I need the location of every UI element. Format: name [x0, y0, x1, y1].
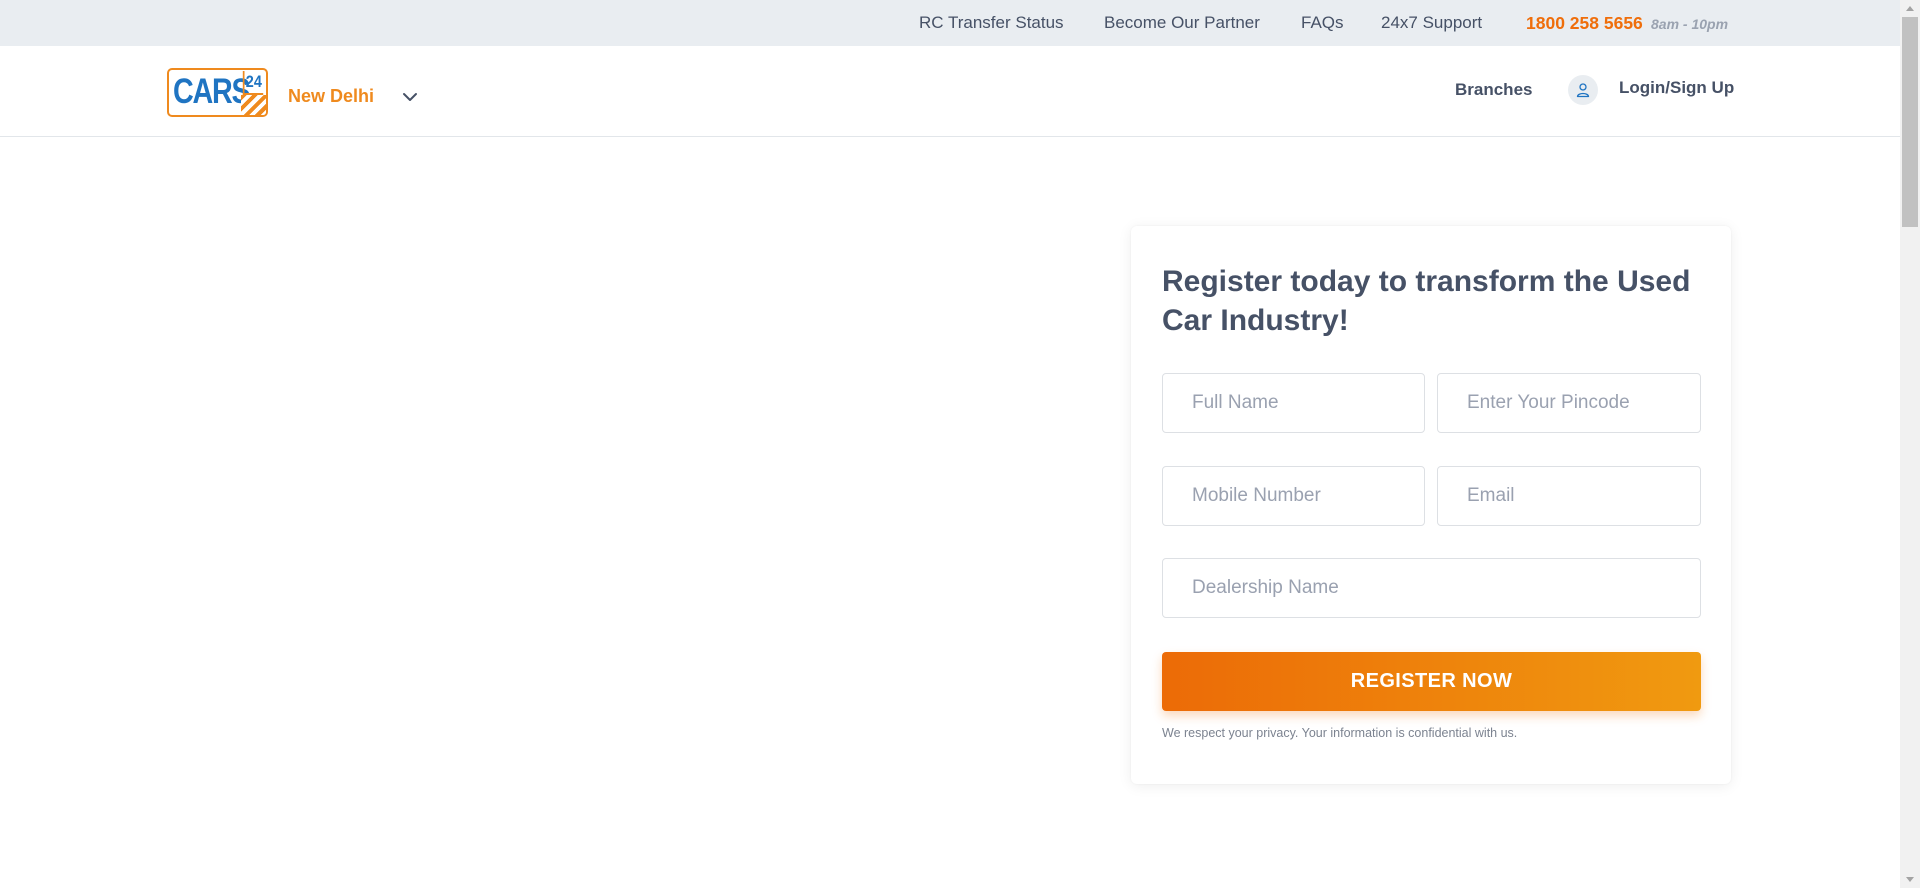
scroll-thumb[interactable] — [1902, 17, 1918, 227]
registration-title: Register today to transform the Used Car… — [1162, 265, 1691, 337]
faqs-link[interactable]: FAQs — [1301, 0, 1344, 46]
top-utility-bar: RC Transfer Status Become Our Partner FA… — [0, 0, 1900, 46]
site-header: CARS 24 New Delhi Branches Login/Sign Up — [0, 46, 1900, 137]
support-link[interactable]: 24x7 Support — [1381, 0, 1482, 46]
dealership-name-input[interactable] — [1163, 559, 1700, 617]
privacy-note: We respect your privacy. Your informatio… — [1162, 726, 1518, 740]
dealership-name-field[interactable] — [1162, 558, 1701, 618]
pincode-field[interactable] — [1437, 373, 1701, 433]
become-partner-link[interactable]: Become Our Partner — [1104, 0, 1260, 46]
vertical-scrollbar[interactable] — [1900, 0, 1920, 888]
support-phone-number[interactable]: 1800 258 5656 — [1526, 0, 1643, 46]
login-signup-link[interactable]: Login/Sign Up — [1619, 46, 1734, 130]
email-field[interactable] — [1437, 466, 1701, 526]
city-selector[interactable]: New Delhi — [288, 46, 374, 136]
support-hours: 8am - 10pm — [1651, 16, 1729, 32]
email-input[interactable] — [1438, 467, 1700, 525]
mobile-number-input[interactable] — [1163, 467, 1424, 525]
full-name-input[interactable] — [1163, 374, 1424, 432]
cars24-logo[interactable]: CARS 24 — [167, 68, 268, 117]
full-name-field[interactable] — [1162, 373, 1425, 433]
register-now-button[interactable]: REGISTER NOW — [1162, 652, 1701, 711]
registration-card: Register today to transform the Used Car… — [1131, 226, 1731, 784]
mobile-number-field[interactable] — [1162, 466, 1425, 526]
chevron-down-icon[interactable] — [400, 87, 420, 107]
rc-transfer-status-link[interactable]: RC Transfer Status — [919, 0, 1064, 46]
nav-branches-link[interactable]: Branches — [1455, 46, 1532, 134]
scroll-down-arrow-icon[interactable] — [1900, 871, 1920, 888]
logo-wordmark: CARS — [173, 72, 251, 111]
scroll-up-arrow-icon[interactable] — [1900, 0, 1920, 17]
user-icon[interactable] — [1568, 75, 1598, 105]
logo-number: 24 — [242, 71, 264, 95]
logo-stripes — [241, 95, 266, 115]
pincode-input[interactable] — [1438, 374, 1700, 432]
